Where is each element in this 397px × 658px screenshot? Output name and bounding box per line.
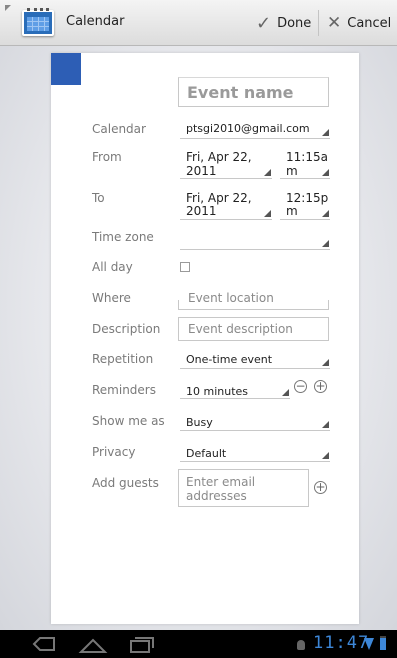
- notification-icon[interactable]: [297, 640, 305, 650]
- cancel-button[interactable]: ✕ Cancel: [327, 0, 397, 46]
- description-label: Description: [92, 322, 161, 336]
- reminders-label: Reminders: [92, 383, 156, 397]
- home-icon[interactable]: [78, 630, 108, 658]
- calendar-value: ptsgi2010@gmail.com: [186, 122, 310, 135]
- recent-apps-icon[interactable]: [126, 630, 156, 658]
- repetition-value: One-time event: [186, 353, 273, 366]
- status-clock[interactable]: 11:47: [313, 633, 369, 653]
- remove-reminder-minus-circle-icon[interactable]: −: [294, 380, 307, 393]
- system-nav-bar: 11:47: [0, 630, 397, 658]
- reminder-underline: [180, 398, 290, 399]
- dropdown-arrow-icon: [322, 452, 329, 459]
- dropdown-arrow-icon: [322, 129, 329, 136]
- guests-placeholder-line2: addresses: [186, 489, 247, 503]
- showmeas-label: Show me as: [92, 414, 165, 428]
- checkmark-icon: ✓: [256, 12, 272, 34]
- from-time-line2: m: [286, 164, 298, 178]
- repetition-underline: [180, 368, 330, 369]
- reminder-value: 10 minutes: [186, 385, 249, 398]
- from-date-line1: Fri, Apr 22,: [186, 150, 252, 164]
- privacy-label: Privacy: [92, 445, 136, 459]
- from-label: From: [92, 150, 122, 164]
- to-time-line1: 12:15p: [286, 191, 329, 205]
- guests-placeholder-line1: Enter email: [186, 475, 256, 489]
- from-time-line1: 11:15a: [286, 150, 328, 164]
- calendar-color-chip: [51, 53, 81, 85]
- privacy-underline: [180, 461, 330, 462]
- guests-label: Add guests: [92, 476, 159, 490]
- description-placeholder: Event description: [188, 322, 293, 336]
- to-label: To: [92, 191, 105, 205]
- calendar-underline: [180, 138, 330, 139]
- where-label: Where: [92, 291, 131, 305]
- dropdown-arrow-icon: [264, 169, 271, 176]
- menu-corner-icon: [5, 5, 11, 11]
- add-guest-plus-circle-icon[interactable]: +: [314, 481, 327, 494]
- from-date-line2: 2011: [186, 164, 217, 178]
- wifi-icon: [364, 638, 374, 650]
- actionbar-divider: [318, 10, 319, 36]
- app-title: Calendar: [66, 14, 125, 29]
- dropdown-arrow-icon: [322, 421, 329, 428]
- dropdown-arrow-icon: [322, 240, 329, 247]
- to-date-line2: 2011: [186, 204, 217, 218]
- battery-icon: [380, 636, 386, 650]
- cancel-label: Cancel: [347, 15, 392, 31]
- to-date-line1: Fri, Apr 22,: [186, 191, 252, 205]
- to-time-line2: m: [286, 204, 298, 218]
- allday-label: All day: [92, 260, 133, 274]
- repetition-label: Repetition: [92, 352, 154, 366]
- dropdown-arrow-icon: [322, 169, 329, 176]
- timezone-label: Time zone: [92, 230, 154, 244]
- action-bar: Calendar ✓ Done ✕ Cancel: [0, 0, 397, 46]
- where-input-border: [178, 300, 329, 310]
- privacy-value: Default: [186, 447, 227, 460]
- from-time-underline: [280, 178, 330, 179]
- done-button[interactable]: ✓ Done: [256, 0, 318, 46]
- calendar-label: Calendar: [92, 122, 146, 136]
- timezone-underline: [180, 249, 330, 250]
- add-reminder-plus-circle-icon[interactable]: +: [314, 380, 327, 393]
- to-date-underline: [180, 219, 272, 220]
- dropdown-arrow-icon: [282, 389, 289, 396]
- dropdown-arrow-icon: [322, 359, 329, 366]
- done-label: Done: [277, 15, 312, 31]
- allday-checkbox[interactable]: [180, 262, 190, 272]
- close-icon: ✕: [327, 13, 342, 33]
- to-time-underline: [280, 219, 330, 220]
- calendar-app-icon[interactable]: [22, 8, 54, 36]
- from-date-underline: [180, 178, 272, 179]
- dropdown-arrow-icon: [264, 210, 271, 217]
- event-name-input[interactable]: Event name: [178, 77, 329, 107]
- dropdown-arrow-icon: [322, 210, 329, 217]
- showmeas-underline: [180, 430, 330, 431]
- showmeas-value: Busy: [186, 416, 213, 429]
- back-icon[interactable]: [30, 630, 58, 658]
